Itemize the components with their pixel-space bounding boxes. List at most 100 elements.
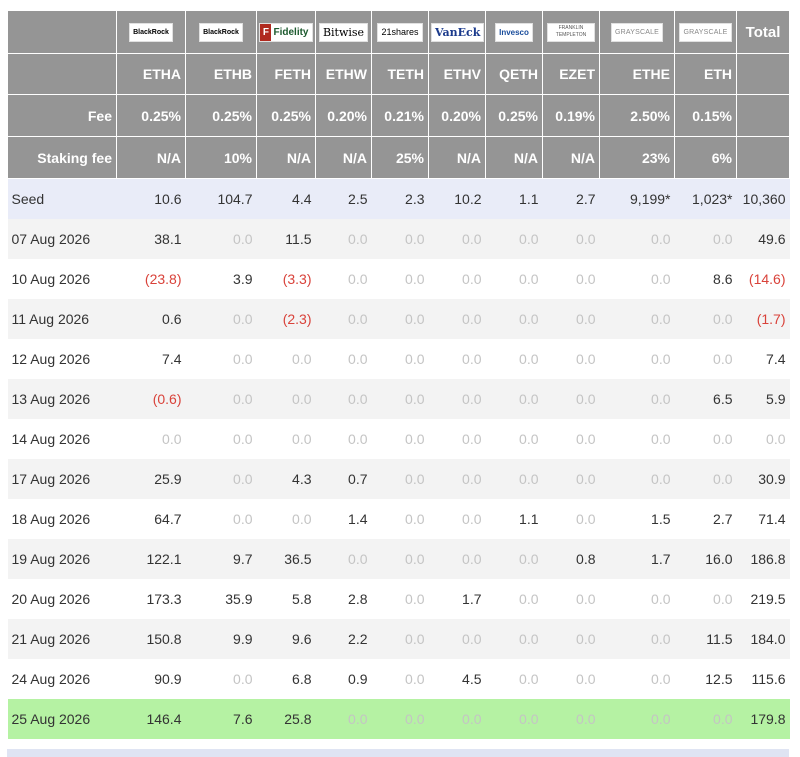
flow-value-cell: 11.5 xyxy=(256,219,316,259)
date-cell: 11 Aug 2026 xyxy=(7,299,117,339)
fee-row: Fee 0.25% 0.25% 0.25% 0.20% 0.21% 0.20% … xyxy=(7,94,790,137)
total-value-cell: 30.9 xyxy=(736,459,790,499)
ticker-cell: ETHB xyxy=(185,53,257,95)
fidelity-logo: F Fidelity xyxy=(259,22,313,42)
flow-value-cell: 0.0 xyxy=(185,419,257,459)
flow-value-cell: 1.7 xyxy=(599,539,675,579)
flow-value-cell: 38.1 xyxy=(116,219,186,259)
flow-value-cell: 0.0 xyxy=(599,339,675,379)
staking-fee-cell: 6% xyxy=(674,136,737,179)
total-value-cell: 49.6 xyxy=(736,219,790,259)
fee-total-cell xyxy=(736,94,790,137)
issuer-cell-ethe: GRAYSCALE xyxy=(599,10,675,54)
flow-value-cell: 0.0 xyxy=(315,419,372,459)
issuer-logo-row: BlackRock BlackRock F Fidelity Bitwise 21… xyxy=(7,10,790,54)
total-value-cell: (1.7) xyxy=(736,299,790,339)
flow-value-cell: 9.9 xyxy=(185,619,257,659)
flow-value-cell: 0.0 xyxy=(485,379,543,419)
flow-value-cell: 0.0 xyxy=(485,579,543,619)
staking-fee-cell: 23% xyxy=(599,136,675,179)
flow-value-cell: 0.0 xyxy=(315,259,372,299)
staking-fee-cell: N/A xyxy=(315,136,372,179)
flow-value-cell: 0.0 xyxy=(599,219,675,259)
flow-value-cell: 0.0 xyxy=(674,579,737,619)
flow-value-cell: 0.0 xyxy=(428,219,486,259)
table-row: 13 Aug 2026 (0.6) 0.0 0.0 0.0 0.0 0.0 0.0 0.0 0.0… xyxy=(7,379,790,419)
flow-value-cell: 0.0 xyxy=(371,619,429,659)
flow-value-cell: 122.1 xyxy=(116,539,186,579)
date-cell: 24 Aug 2026 xyxy=(7,659,117,699)
fee-row-label: Fee xyxy=(7,94,117,137)
total-value-cell: 179.8 xyxy=(736,699,790,739)
total-value-cell: 219.5 xyxy=(736,579,790,619)
date-cell: 14 Aug 2026 xyxy=(7,419,117,459)
flow-value-cell: 0.0 xyxy=(371,419,429,459)
flow-value-cell: 2.5 xyxy=(315,178,372,219)
flow-value-cell: 0.0 xyxy=(256,339,316,379)
grayscale-logo: GRAYSCALE xyxy=(679,22,732,42)
flow-value-cell: 0.0 xyxy=(542,459,600,499)
ticker-cell: ETHA xyxy=(116,53,186,95)
flow-value-cell: 0.0 xyxy=(485,619,543,659)
flow-value-cell: 0.0 xyxy=(542,419,600,459)
table-row: 19 Aug 2026 122.1 9.7 36.5 0.0 0.0 0.0 0.0 0.8 1.… xyxy=(7,539,790,579)
staking-fee-row: Staking fee N/A 10% N/A N/A 25% N/A N/A … xyxy=(7,136,790,179)
flow-value-cell: 0.0 xyxy=(371,499,429,539)
blackrock-logo: BlackRock xyxy=(129,22,173,42)
flow-value-cell: 0.0 xyxy=(542,259,600,299)
flow-value-cell: 3.9 xyxy=(185,259,257,299)
flow-value-cell: 0.0 xyxy=(599,619,675,659)
ticker-row: ETHA ETHB FETH ETHW TETH ETHV QETH EZET … xyxy=(7,53,790,95)
ticker-cell: FETH xyxy=(256,53,316,95)
flow-value-cell: 0.0 xyxy=(485,259,543,299)
staking-fee-cell: 25% xyxy=(371,136,429,179)
date-cell: 12 Aug 2026 xyxy=(7,339,117,379)
flow-value-cell: 0.0 xyxy=(485,539,543,579)
table-row: 25 Aug 2026 146.4 7.6 25.8 0.0 0.0 0.0 0.0 0.0 0.… xyxy=(7,699,790,739)
flow-value-cell: 0.0 xyxy=(428,499,486,539)
flow-value-cell: 0.0 xyxy=(185,659,257,699)
flow-value-cell: 0.0 xyxy=(599,579,675,619)
flow-value-cell: 0.0 xyxy=(542,499,600,539)
flow-value-cell: 0.0 xyxy=(674,219,737,259)
flow-value-cell: 0.0 xyxy=(185,219,257,259)
flow-value-cell: 0.0 xyxy=(315,299,372,339)
total-value-cell: 71.4 xyxy=(736,499,790,539)
flow-value-cell: 0.0 xyxy=(371,339,429,379)
flow-value-cell: 0.0 xyxy=(185,339,257,379)
issuer-cell-qeth: Invesco xyxy=(485,10,543,54)
issuer-cell-etha: BlackRock xyxy=(116,10,186,54)
date-cell: 20 Aug 2026 xyxy=(7,579,117,619)
ticker-total-cell xyxy=(736,53,790,95)
issuer-cell-ethw: Bitwise xyxy=(315,10,372,54)
flow-value-cell: 0.0 xyxy=(185,459,257,499)
staking-fee-cell: N/A xyxy=(485,136,543,179)
date-cell: 21 Aug 2026 xyxy=(7,619,117,659)
franklin-templeton-logo: FRANKLIN TEMPLETON xyxy=(547,22,595,42)
flow-value-cell: 0.0 xyxy=(542,219,600,259)
ticker-cell: ETHW xyxy=(315,53,372,95)
date-cell: 10 Aug 2026 xyxy=(7,259,117,299)
flow-value-cell: 0.0 xyxy=(116,419,186,459)
issuer-cell-eth: GRAYSCALE xyxy=(674,10,737,54)
table-row: 12 Aug 2026 7.4 0.0 0.0 0.0 0.0 0.0 0.0 0.0 0.0 0.… xyxy=(7,339,790,379)
flow-value-cell: 0.0 xyxy=(315,219,372,259)
flow-value-cell: 64.7 xyxy=(116,499,186,539)
fee-cell: 0.25% xyxy=(116,94,186,137)
flow-value-cell: 0.6 xyxy=(116,299,186,339)
fee-cell: 0.19% xyxy=(542,94,600,137)
flow-value-cell: 1.4 xyxy=(315,499,372,539)
flow-value-cell: 4.4 xyxy=(256,178,316,219)
flow-value-cell: 9,199* xyxy=(599,178,675,219)
fee-cell: 2.50% xyxy=(599,94,675,137)
eth-etf-flows-table-container: BlackRock BlackRock F Fidelity Bitwise 21… xyxy=(7,10,790,739)
grayscale-logo: GRAYSCALE xyxy=(610,22,664,42)
flow-value-cell: 10.2 xyxy=(428,178,486,219)
flow-value-cell: 0.0 xyxy=(542,299,600,339)
flow-value-cell: 0.0 xyxy=(428,259,486,299)
flow-value-cell: 0.0 xyxy=(542,619,600,659)
table-row: 24 Aug 2026 90.9 0.0 6.8 0.9 0.0 4.5 0.0 0.0 0.0 1… xyxy=(7,659,790,699)
date-cell: 18 Aug 2026 xyxy=(7,499,117,539)
issuer-cell-ethv: VanEck xyxy=(428,10,486,54)
flow-value-cell: 0.8 xyxy=(542,539,600,579)
